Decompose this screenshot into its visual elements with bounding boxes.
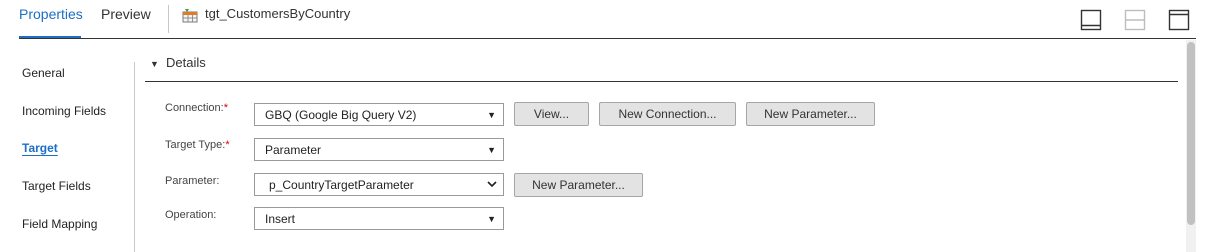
- target-type-select[interactable]: Parameter ▼: [254, 138, 504, 161]
- dropdown-caret-icon: ▼: [487, 214, 496, 224]
- view-connection-button[interactable]: View...: [514, 102, 589, 126]
- parameter-select-value: p_CountryTargetParameter: [269, 178, 414, 192]
- connection-label: Connection:*: [165, 102, 228, 114]
- scrollbar-thumb[interactable]: [1187, 42, 1195, 225]
- object-name: tgt_CustomersByCountry: [205, 6, 351, 21]
- collapse-caret-icon[interactable]: ▼: [150, 59, 159, 69]
- required-marker: *: [225, 139, 230, 151]
- target-type-select-value: Parameter: [265, 143, 322, 157]
- new-connection-button[interactable]: New Connection...: [599, 102, 736, 126]
- header-separator: [19, 38, 1196, 39]
- nav-item-target[interactable]: Target: [22, 141, 58, 155]
- tab-preview[interactable]: Preview: [101, 6, 151, 22]
- header-bar: Properties Preview tgt_CustomersByCountr…: [0, 0, 1213, 40]
- header-divider: [168, 5, 169, 33]
- target-type-label: Target Type:*: [165, 139, 230, 151]
- required-marker: *: [223, 102, 228, 114]
- dropdown-caret-icon: ▼: [487, 145, 496, 155]
- connection-select[interactable]: GBQ (Google Big Query V2) ▼: [254, 103, 504, 126]
- panel-top-icon[interactable]: [1168, 9, 1190, 31]
- connection-select-value: GBQ (Google Big Query V2): [265, 108, 417, 122]
- nav-item-target-fields[interactable]: Target Fields: [22, 179, 91, 193]
- nav-item-incoming-fields[interactable]: Incoming Fields: [22, 104, 106, 118]
- parameter-label: Parameter:: [165, 175, 220, 187]
- dropdown-caret-icon: ▼: [487, 110, 496, 120]
- new-parameter-button[interactable]: New Parameter...: [746, 102, 875, 126]
- panel-split-icon[interactable]: [1124, 9, 1146, 31]
- new-parameter-button-2[interactable]: New Parameter...: [514, 173, 643, 197]
- details-separator: [145, 81, 1178, 82]
- parameter-select[interactable]: p_CountryTargetParameter: [254, 173, 504, 196]
- operation-select[interactable]: Insert ▼: [254, 207, 504, 230]
- chevron-down-icon: [486, 177, 498, 194]
- panel-bottom-icon[interactable]: [1080, 9, 1102, 31]
- nav-divider: [134, 62, 135, 252]
- nav-item-field-mapping[interactable]: Field Mapping: [22, 217, 97, 231]
- tab-properties[interactable]: Properties: [19, 6, 83, 22]
- details-section-title[interactable]: Details: [166, 55, 206, 70]
- operation-select-value: Insert: [265, 212, 296, 226]
- target-table-icon: [182, 9, 198, 23]
- nav-item-general[interactable]: General: [22, 66, 65, 80]
- operation-label: Operation:: [165, 209, 217, 221]
